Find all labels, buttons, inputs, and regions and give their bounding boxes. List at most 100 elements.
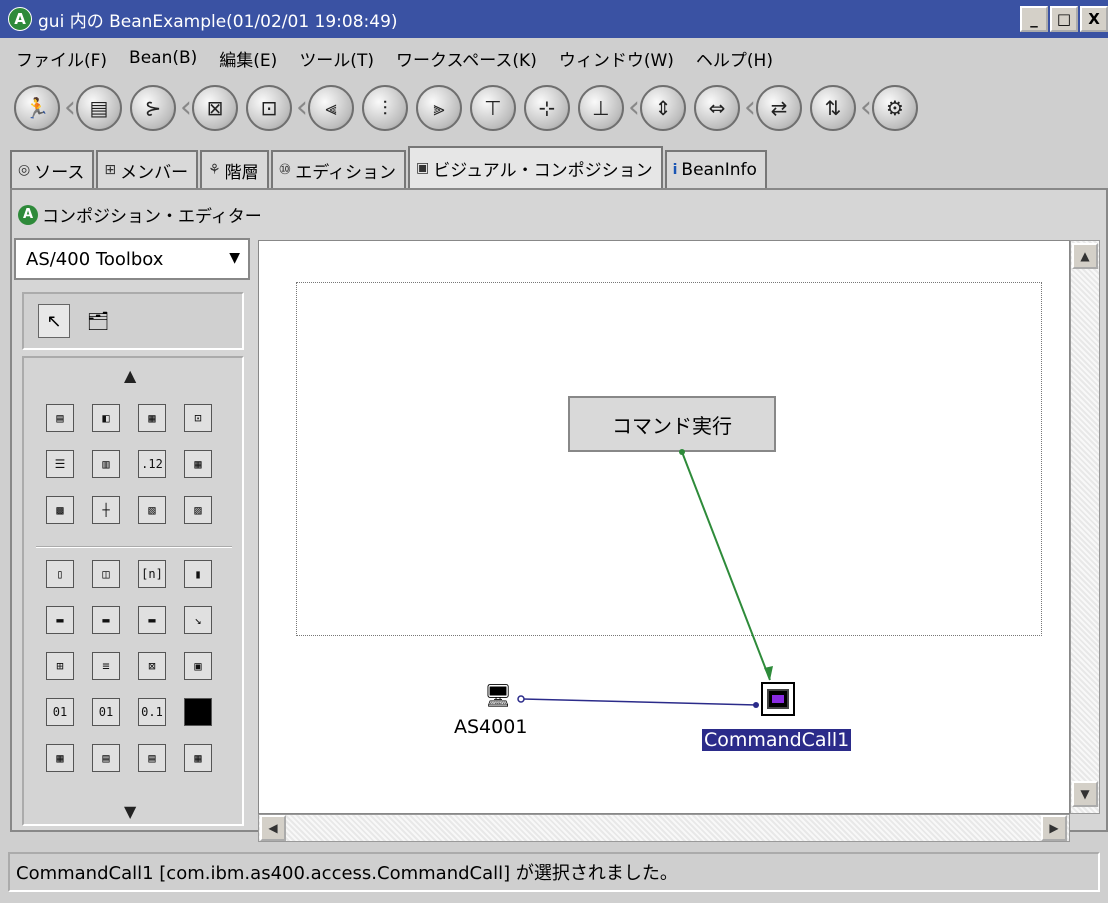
palette-category-value: AS/400 Toolbox (26, 248, 164, 270)
scroll-left-button[interactable]: ◀ (260, 815, 286, 841)
menu-file[interactable]: ファイル(F) (16, 46, 107, 71)
close-button[interactable]: X (1080, 6, 1108, 32)
tab-beaninfo[interactable]: i BeanInfo (664, 150, 767, 188)
bean-icon[interactable]: ▩ (46, 496, 74, 524)
align-center-icon[interactable]: ⫶ (362, 85, 408, 131)
bean-icon[interactable]: ▦ (46, 744, 74, 772)
tab-label: メンバー (120, 162, 189, 183)
tab-label: ビジュアル・コンポジション (433, 160, 653, 181)
members-icon: ⊞ (104, 162, 117, 178)
composition-icon[interactable]: ⊠ (192, 85, 238, 131)
menu-bean[interactable]: Bean(B) (129, 48, 197, 68)
bean-icon[interactable]: ▬ (46, 606, 74, 634)
composition-alt-icon[interactable]: ⊡ (246, 85, 292, 131)
scroll-up-button[interactable]: ▲ (1072, 243, 1098, 269)
scroll-down-icon[interactable]: ▼ (124, 802, 136, 821)
status-bar: CommandCall1 [com.ibm.as400.access.Comma… (8, 852, 1100, 892)
tab-visual-composition[interactable]: ▣ ビジュアル・コンポジション (408, 146, 663, 188)
selection-pointer-icon[interactable]: ↖ (38, 304, 70, 338)
bean-icon[interactable]: 0.1 (138, 698, 166, 726)
commandcall-bean-label[interactable]: CommandCall1 (702, 729, 852, 751)
status-message: CommandCall1 [com.ibm.as400.access.Comma… (16, 863, 678, 884)
bean-icon[interactable]: ▧ (138, 496, 166, 524)
bean-grid-1: ▤ ◧ ▦ ⊡ ☰ ▥ .12 ▦ ▩ ┼ ▧ ▨ (46, 404, 216, 524)
vertical-scrollbar[interactable]: ▲ ▼ (1070, 240, 1100, 814)
bean-icon[interactable]: ▨ (184, 496, 212, 524)
bean-grid-2: ▯ ◫ [n] ▮ ▬ ▬ ▬ ↘ ⊞ ≡ ⊠ ▣ 01 01 0.1 ▦ ▤ … (46, 560, 216, 772)
scroll-down-button[interactable]: ▼ (1072, 781, 1098, 807)
align-bottom-icon[interactable]: ⊥ (578, 85, 624, 131)
tab-editions[interactable]: ⑩ エディション (270, 150, 407, 188)
bean-icon[interactable]: ≡ (92, 652, 120, 680)
bean-icon[interactable]: ▣ (184, 652, 212, 680)
bean-icon[interactable]: ◧ (92, 404, 120, 432)
run-command-button[interactable]: コマンド実行 (568, 396, 776, 452)
match-width-icon[interactable]: ⇕ (640, 85, 686, 131)
align-middle-icon[interactable]: ⊹ (524, 85, 570, 131)
menu-workspace[interactable]: ワークスペース(K) (396, 46, 537, 71)
bean-icon[interactable]: ⊠ (138, 652, 166, 680)
distribute-vertical-icon[interactable]: ⇅ (810, 85, 856, 131)
tab-members[interactable]: ⊞ メンバー (96, 150, 199, 188)
align-top-icon[interactable]: ⊤ (470, 85, 516, 131)
editor-title: コンポジション・エディター (42, 207, 262, 227)
match-height-icon[interactable]: ⇔ (694, 85, 740, 131)
bean-icon[interactable]: ▬ (138, 606, 166, 634)
bean-icon[interactable]: ▬ (92, 606, 120, 634)
minimize-button[interactable]: _ (1020, 6, 1048, 32)
bean-icon[interactable]: ☰ (46, 450, 74, 478)
palette-category-select[interactable]: AS/400 Toolbox ▼ (14, 238, 250, 280)
run-icon[interactable]: 🏃 (14, 85, 60, 131)
distribute-horizontal-icon[interactable]: ⇄ (756, 85, 802, 131)
align-left-icon[interactable]: ⫷ (308, 85, 354, 131)
as400-bean-label[interactable]: AS4001 (454, 716, 527, 738)
bean-icon[interactable]: ▦ (184, 744, 212, 772)
toolbar-separator: ‹ (64, 90, 76, 125)
bean-icon[interactable]: ▤ (92, 744, 120, 772)
bean-icon[interactable]: ▤ (46, 404, 74, 432)
bean-icon[interactable]: ⊡ (184, 404, 212, 432)
maximize-button[interactable]: □ (1050, 6, 1078, 32)
window-title: gui 内の BeanExample(01/02/01 19:08:49) (38, 11, 398, 32)
bean-icon[interactable]: ┼ (92, 496, 120, 524)
toolbar: 🏃 ‹ ▤ ⊱ ‹ ⊠ ⊡ ‹ ⫷ ⫶ ⫸ ⊤ ⊹ ⊥ ‹ ⇕ ⇔ ‹ ⇄ ⇅ … (10, 82, 922, 134)
bean-icon[interactable]: [n] (138, 560, 166, 588)
tab-hierarchy[interactable]: ⚘ 階層 (200, 150, 269, 188)
source-icon: ◎ (18, 162, 31, 178)
bean-icon[interactable]: ⊞ (46, 652, 74, 680)
scroll-up-icon[interactable]: ▲ (124, 366, 136, 385)
scroll-right-button[interactable]: ▶ (1041, 815, 1067, 841)
bean-icon[interactable]: ◫ (92, 560, 120, 588)
commandcall-bean-icon[interactable] (761, 682, 795, 716)
title-bar[interactable]: A gui 内の BeanExample(01/02/01 19:08:49) … (0, 0, 1108, 38)
align-right-icon[interactable]: ⫸ (416, 85, 462, 131)
menu-help[interactable]: ヘルプ(H) (696, 46, 773, 71)
tab-source[interactable]: ◎ ソース (10, 150, 95, 188)
bean-icon[interactable]: 01 (92, 698, 120, 726)
bean-icon[interactable]: ▤ (138, 744, 166, 772)
bean-icon[interactable]: ▯ (46, 560, 74, 588)
menu-edit[interactable]: 編集(E) (219, 46, 277, 71)
hierarchy-icon[interactable]: ⊱ (130, 85, 176, 131)
palette-tools: ↖ 🗂 (22, 292, 244, 350)
choose-bean-icon[interactable]: 🗂 (82, 304, 114, 338)
bean-icon[interactable]: ▦ (138, 404, 166, 432)
bean-icon[interactable]: ↘ (184, 606, 212, 634)
list-icon[interactable]: ▤ (76, 85, 122, 131)
tab-label: ソース (34, 162, 85, 183)
bean-icon[interactable]: .12 (138, 450, 166, 478)
menu-window[interactable]: ウィンドウ(W) (559, 46, 674, 71)
horizontal-scrollbar[interactable]: ◀ ▶ (258, 814, 1070, 842)
bean-icon[interactable]: ▦ (184, 450, 212, 478)
as400-bean-icon[interactable]: 🖥 (484, 684, 512, 709)
visual-composition-icon: ▣ (416, 160, 430, 176)
menu-tools[interactable]: ツール(T) (299, 46, 374, 71)
bean-icon[interactable]: 01 (46, 698, 74, 726)
toolbar-separator: ‹ (180, 90, 192, 125)
bean-icon[interactable]: ▮ (184, 560, 212, 588)
settings-gear-icon[interactable]: ⚙ (872, 85, 918, 131)
bean-icon[interactable] (184, 698, 212, 726)
bean-icon[interactable]: ▥ (92, 450, 120, 478)
frame-bean[interactable] (296, 282, 1042, 636)
toolbar-separator: ‹ (860, 90, 872, 125)
